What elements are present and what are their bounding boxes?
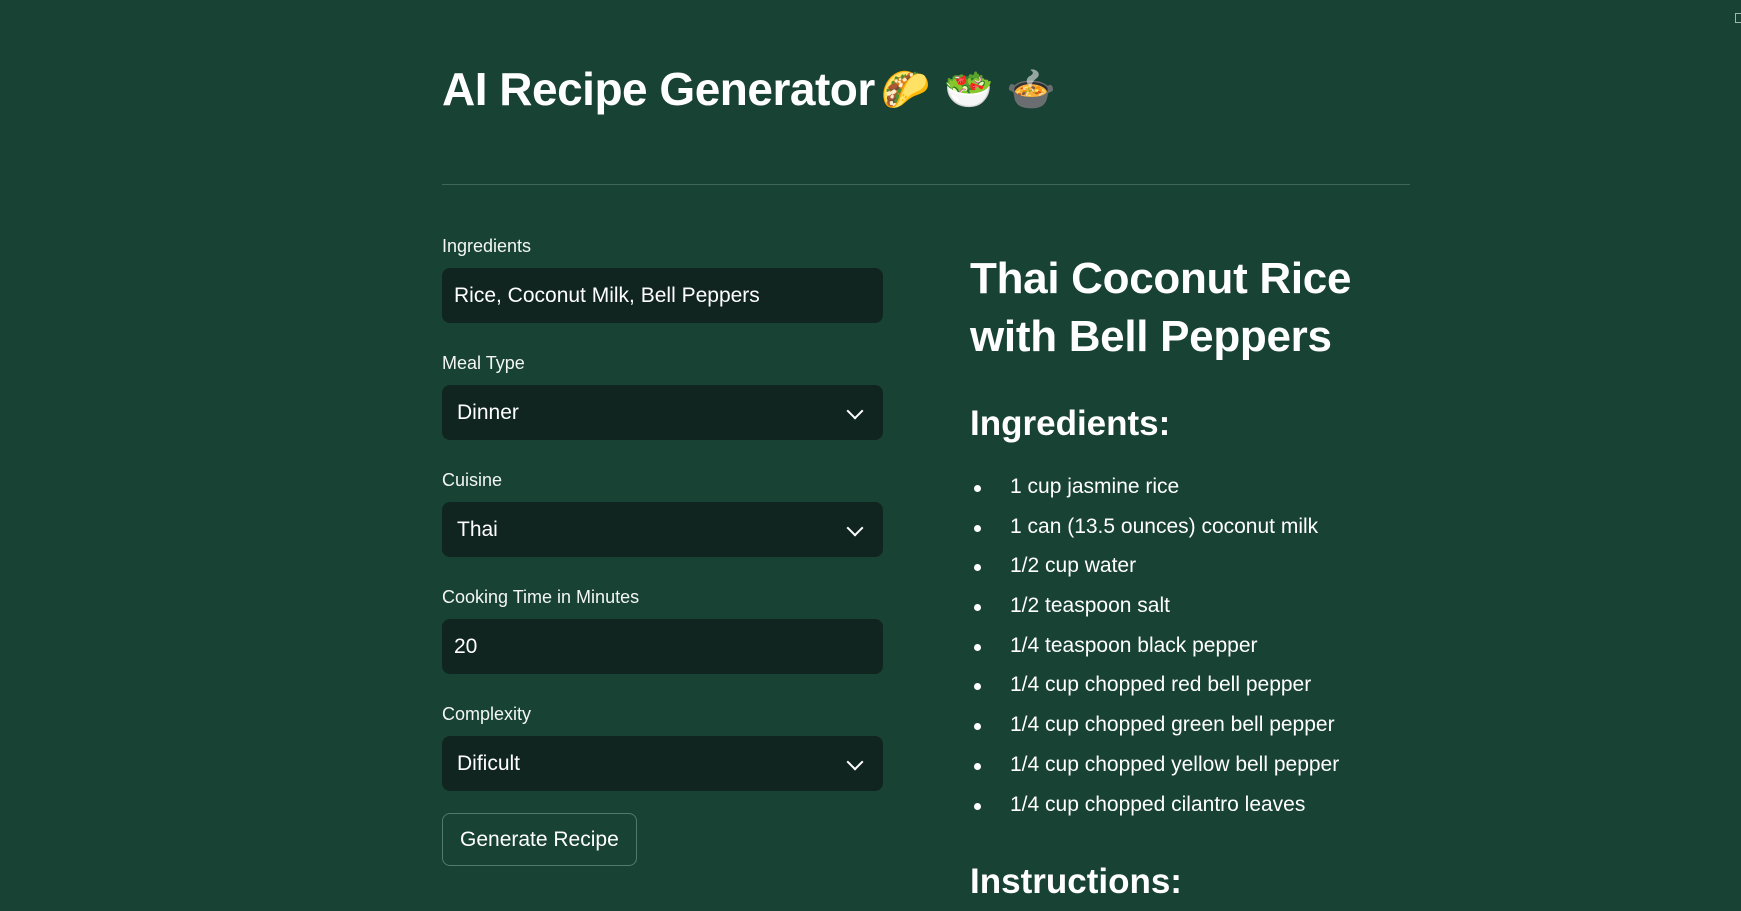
ingredients-heading: Ingredients:: [970, 404, 1171, 443]
meal-type-value: Dinner: [457, 400, 519, 424]
meal-type-label: Meal Type: [442, 353, 525, 373]
bullet-icon: [974, 723, 981, 731]
complexity-select[interactable]: Dificult: [442, 736, 883, 791]
bullet-icon: [974, 485, 981, 492]
list-item-text: 1/2 cup water: [1010, 554, 1137, 578]
list-item: 1/2 cup water: [970, 553, 1430, 593]
cuisine-select[interactable]: Thai: [442, 502, 883, 557]
cooking-time-label: Cooking Time in Minutes: [442, 587, 640, 607]
bullet-icon: [974, 604, 981, 612]
cuisine-label: Cuisine: [442, 470, 503, 490]
list-item: 1/4 cup chopped red bell pepper: [970, 672, 1430, 712]
instructions-heading: Instructions:: [970, 862, 1182, 901]
cooking-time-field: Cooking Time in Minutes 20: [442, 585, 883, 674]
ingredients-input-value: Rice, Coconut Milk, Bell Peppers: [454, 283, 760, 307]
cuisine-field: Cuisine Thai: [442, 468, 883, 557]
cooking-time-input[interactable]: 20: [442, 619, 883, 674]
list-item-text: 1/4 cup chopped green bell pepper: [1010, 713, 1335, 737]
complexity-label: Complexity: [442, 704, 532, 724]
ingredients-input[interactable]: Rice, Coconut Milk, Bell Peppers: [442, 268, 883, 323]
complexity-value: Dificult: [457, 751, 521, 775]
bullet-icon: [974, 683, 981, 691]
list-item-text: 1/2 teaspoon salt: [1010, 594, 1170, 618]
generate-recipe-button[interactable]: Generate Recipe: [442, 813, 637, 866]
bullet-icon: [974, 564, 981, 572]
bullet-icon: [974, 524, 981, 532]
bullet-icon: [974, 762, 981, 770]
cooking-time-value: 20: [454, 634, 478, 658]
list-item-text: 1/4 cup chopped yellow bell pepper: [1010, 752, 1340, 776]
recipe-title-line2: with Bell Peppers: [970, 312, 1332, 361]
chevron-down-icon: [846, 753, 864, 770]
meal-type-select[interactable]: Dinner: [442, 385, 883, 440]
recipe-title-line1: Thai Coconut Rice: [970, 254, 1352, 303]
ingredients-label: Ingredients: [442, 236, 532, 256]
chevron-down-icon: [846, 402, 864, 419]
page-title: AI Recipe Generator 🌮 🥗 🍲: [442, 58, 1056, 121]
chevron-down-icon: [846, 519, 864, 536]
list-item-text: 1/4 cup chopped red bell pepper: [1010, 673, 1312, 697]
app-page: AI Recipe Generator 🌮 🥗 🍲 Ingredients Ric…: [0, 0, 1741, 911]
food-emoji-icon: 🌮 🥗 🍲: [880, 67, 1056, 113]
cuisine-value: Thai: [457, 517, 498, 541]
recipe-form: Ingredients Rice, Coconut Milk, Bell Pep…: [442, 234, 883, 866]
page-title-text: AI Recipe Generator: [442, 63, 875, 115]
list-item: 1/4 teaspoon black pepper: [970, 633, 1430, 673]
window-corner-icon[interactable]: [1735, 13, 1741, 23]
bullet-icon: [974, 643, 981, 651]
bullet-icon: [974, 802, 981, 810]
list-item: 1 can (13.5 ounces) coconut milk: [970, 514, 1430, 554]
complexity-field: Complexity Dificult: [442, 702, 883, 791]
list-item-text: 1/4 cup chopped cilantro leaves: [1010, 792, 1306, 816]
list-item-text: 1 cup jasmine rice: [1010, 475, 1180, 498]
list-item: 1/4 cup chopped green bell pepper: [970, 712, 1430, 752]
header-divider: [442, 184, 1410, 185]
list-item: 1/2 teaspoon salt: [970, 593, 1430, 633]
list-item: 1/4 cup chopped cilantro leaves: [970, 792, 1430, 832]
recipe-output: Thai Coconut Rice with Bell Peppers Ingr…: [970, 250, 1430, 831]
recipe-title: Thai Coconut Rice with Bell Peppers: [970, 250, 1430, 366]
ingredients-field: Ingredients Rice, Coconut Milk, Bell Pep…: [442, 234, 883, 323]
meal-type-field: Meal Type Dinner: [442, 351, 883, 440]
list-item: 1 cup jasmine rice: [970, 474, 1430, 514]
ingredients-list: 1 cup jasmine rice 1 can (13.5 ounces) c…: [970, 474, 1430, 831]
list-item-text: 1/4 teaspoon black pepper: [1010, 633, 1258, 657]
list-item-text: 1 can (13.5 ounces) coconut milk: [1010, 514, 1319, 538]
list-item: 1/4 cup chopped yellow bell pepper: [970, 752, 1430, 792]
